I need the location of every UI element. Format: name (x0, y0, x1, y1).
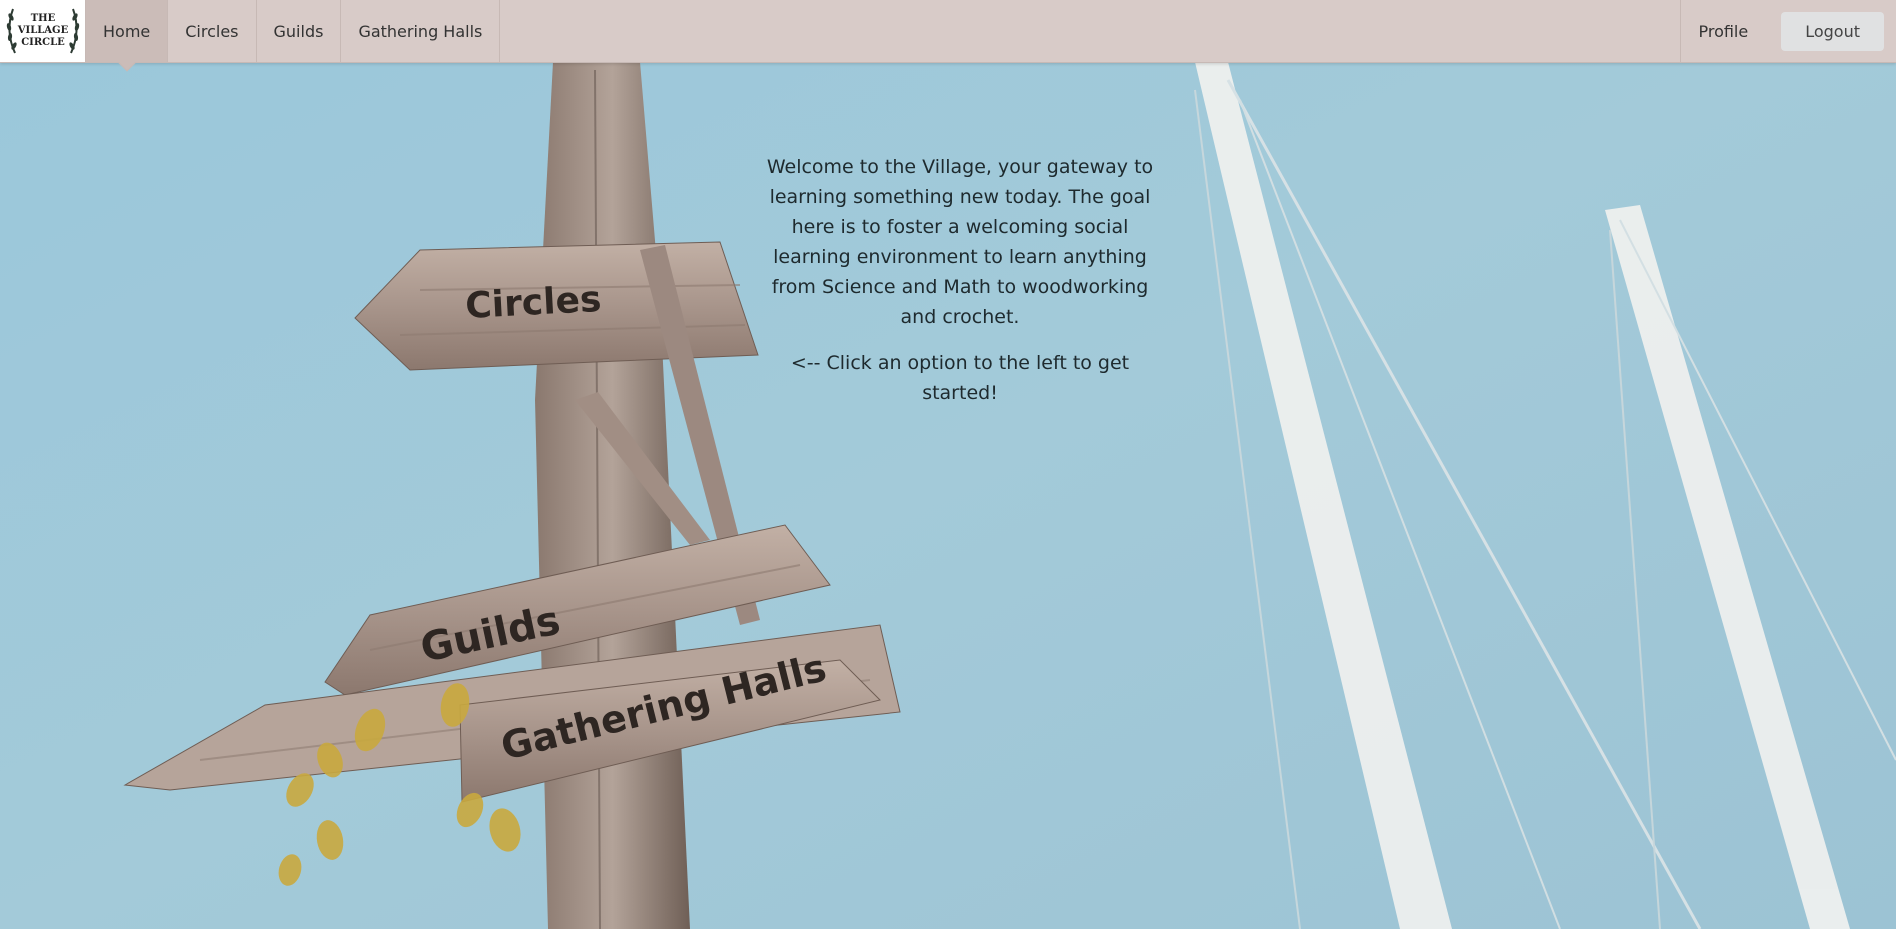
nav-profile[interactable]: Profile (1680, 0, 1765, 62)
nav-gathering-halls-label: Gathering Halls (358, 21, 483, 41)
logo-line-2: VILLAGE (16, 25, 68, 36)
background-image: Circles Guilds Gathering Halls (0, 0, 1896, 929)
nav-guilds[interactable]: Guilds (257, 0, 342, 62)
welcome-prompt: <-- Click an option to the left to get s… (790, 352, 1130, 404)
nav-home[interactable]: Home (86, 0, 169, 62)
village-circle-logo[interactable]: THE VILLAGE CIRCLE (0, 0, 86, 62)
logo-line-3: CIRCLE (21, 37, 65, 48)
nav-guilds-label: Guilds (273, 21, 324, 41)
logout-button[interactable]: Logout (1781, 11, 1884, 51)
nav-home-label: Home (103, 21, 151, 41)
nav-circles-label: Circles (185, 21, 239, 41)
sign-circles-label: Circles (464, 279, 602, 327)
laurel-icon: THE VILLAGE CIRCLE (6, 8, 79, 54)
logo-line-1: THE (30, 13, 55, 24)
top-navbar: THE VILLAGE CIRCLE Home Circles Guilds G… (0, 0, 1896, 63)
logout-container: Logout (1765, 0, 1896, 62)
nav-circles[interactable]: Circles (168, 0, 257, 62)
nav-gathering-halls[interactable]: Gathering Halls (341, 0, 501, 62)
nav-profile-label: Profile (1698, 21, 1749, 41)
welcome-message: Welcome to the Village, your gateway to … (760, 152, 1160, 424)
welcome-intro: Welcome to the Village, your gateway to … (766, 156, 1154, 328)
